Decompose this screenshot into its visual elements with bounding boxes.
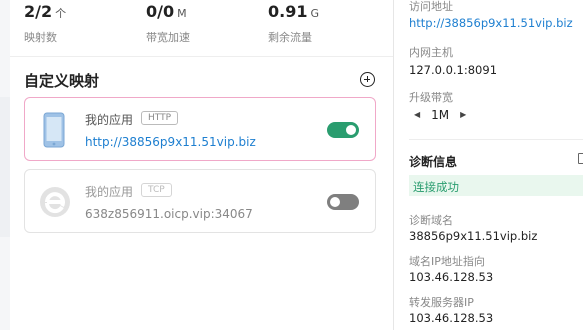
stat-label: 带宽加速 <box>146 31 190 44</box>
protocol-badge: HTTP <box>141 111 179 125</box>
app-window: 2/2 个 映射数 0/0 M 带宽加速 0.91 G 剩余流量 自定义映射 我的应用… <box>0 0 583 330</box>
domain-ip-value: 103.46.128.53 <box>409 270 494 284</box>
stat-bandwidth: 0/0 M 带宽加速 <box>146 0 190 45</box>
status-banner: 连接成功 <box>409 175 583 196</box>
stat-value: 2/2 <box>24 2 53 21</box>
bandwidth-stepper: ◀ 1M ▶ <box>414 107 466 122</box>
mapping-card-tcp[interactable]: 我的应用 TCP 638z856911.oicp.vip:34067 <box>24 169 376 233</box>
stat-mapping-count: 2/2 个 映射数 <box>24 0 66 45</box>
stat-traffic: 0.91 G 剩余流量 <box>268 0 319 45</box>
forward-server-label: 转发服务器IP <box>409 296 474 309</box>
internal-host-label: 内网主机 <box>409 46 453 59</box>
mapping-toggle[interactable] <box>327 122 359 138</box>
stat-unit: 个 <box>55 7 67 20</box>
toggle-knob <box>330 197 340 207</box>
bandwidth-value: 1M <box>431 107 450 122</box>
browser-e-icon <box>40 184 71 222</box>
status-text: 连接成功 <box>413 180 459 194</box>
main-panel: 2/2 个 映射数 0/0 M 带宽加速 0.91 G 剩余流量 自定义映射 我的应用… <box>10 0 393 330</box>
forward-server-value: 103.46.128.53 <box>409 311 494 325</box>
divider <box>409 139 583 140</box>
mapping-address[interactable]: 638z856911.oicp.vip:34067 <box>85 207 253 221</box>
stat-value: 0/0 <box>146 2 175 21</box>
protocol-badge: TCP <box>141 183 172 197</box>
mapping-toggle[interactable] <box>327 194 359 210</box>
stat-label: 映射数 <box>24 31 57 44</box>
phone-icon <box>43 112 65 152</box>
diag-domain-label: 诊断域名 <box>409 214 453 227</box>
toggle-knob <box>346 125 356 135</box>
internal-host-value: 127.0.0.1:8091 <box>409 63 498 77</box>
divider <box>10 56 393 57</box>
bandwidth-label: 升级带宽 <box>409 91 453 104</box>
access-address-label: 访问地址 <box>409 0 453 13</box>
copy-icon[interactable] <box>578 153 583 164</box>
increase-icon[interactable]: ▶ <box>460 110 466 119</box>
diagnosis-title: 诊断信息 <box>409 155 458 169</box>
mapping-address-link[interactable]: http://38856p9x11.51vip.biz <box>85 135 256 149</box>
detail-panel: 访问地址 http://38856p9x11.51vip.biz 内网主机 12… <box>394 0 583 330</box>
stat-unit: M <box>177 7 187 20</box>
diag-domain-value: 38856p9x11.51vip.biz <box>409 229 538 243</box>
access-address-link[interactable]: http://38856p9x11.51vip.biz <box>409 16 573 30</box>
left-sidebar-edge <box>0 0 10 330</box>
mapping-card-http[interactable]: 我的应用 HTTP http://38856p9x11.51vip.biz <box>24 97 376 161</box>
mapping-name: 我的应用 <box>85 185 134 199</box>
section-title: 自定义映射 <box>24 72 100 90</box>
add-mapping-button[interactable] <box>360 72 375 87</box>
stat-label: 剩余流量 <box>268 31 312 44</box>
domain-ip-label: 域名IP地址指向 <box>409 255 485 268</box>
stat-value: 0.91 <box>268 2 308 21</box>
sidebar-active-band <box>0 97 10 237</box>
stat-unit: G <box>310 7 320 20</box>
mapping-name: 我的应用 <box>85 113 134 127</box>
